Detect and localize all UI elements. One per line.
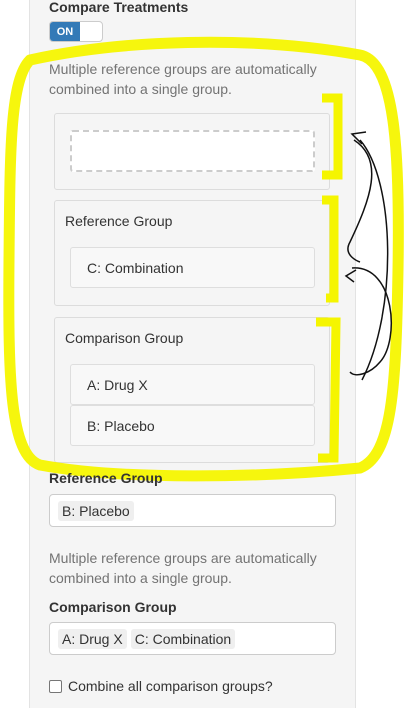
comparison-group-select-label: Comparison Group bbox=[49, 599, 177, 615]
comparison-group-heading: Comparison Group bbox=[65, 330, 184, 346]
reference-chip-combination[interactable]: C: Combination bbox=[70, 247, 315, 288]
comparison-tag-combination[interactable]: C: Combination bbox=[130, 628, 236, 649]
reference-group-select[interactable]: B: Placebo bbox=[49, 494, 336, 527]
comparison-group-select[interactable]: A: Drug X C: Combination bbox=[49, 622, 336, 655]
help-text-top-line1: Multiple reference groups are automatica… bbox=[49, 61, 317, 77]
black-arrow-curve-lower bbox=[349, 267, 392, 376]
reference-group-select-label: Reference Group bbox=[49, 470, 163, 486]
help-text-bottom-line2: combined into a single group. bbox=[49, 570, 232, 586]
combine-groups-checkbox[interactable] bbox=[49, 679, 62, 693]
black-arrow-long bbox=[359, 139, 389, 381]
combine-groups-label: Combine all comparison groups? bbox=[68, 678, 273, 694]
reference-group-heading: Reference Group bbox=[65, 213, 173, 229]
compare-treatments-label: Compare Treatments bbox=[49, 0, 189, 15]
comparison-chip-drug-x[interactable]: A: Drug X bbox=[70, 364, 315, 405]
comparison-tag-drug-x[interactable]: A: Drug X bbox=[58, 628, 127, 649]
switch-on-label: ON bbox=[50, 22, 80, 41]
reference-tag-placebo[interactable]: B: Placebo bbox=[58, 500, 134, 521]
combine-groups-row[interactable]: Combine all comparison groups? bbox=[49, 678, 273, 694]
compare-toggle-switch[interactable]: ON bbox=[49, 21, 103, 42]
drop-zone[interactable] bbox=[70, 130, 315, 172]
help-text-top-line2: combined into a single group. bbox=[49, 81, 232, 97]
comparison-chip-placebo[interactable]: B: Placebo bbox=[70, 405, 315, 446]
help-text-bottom-line1: Multiple reference groups are automatica… bbox=[49, 550, 317, 566]
